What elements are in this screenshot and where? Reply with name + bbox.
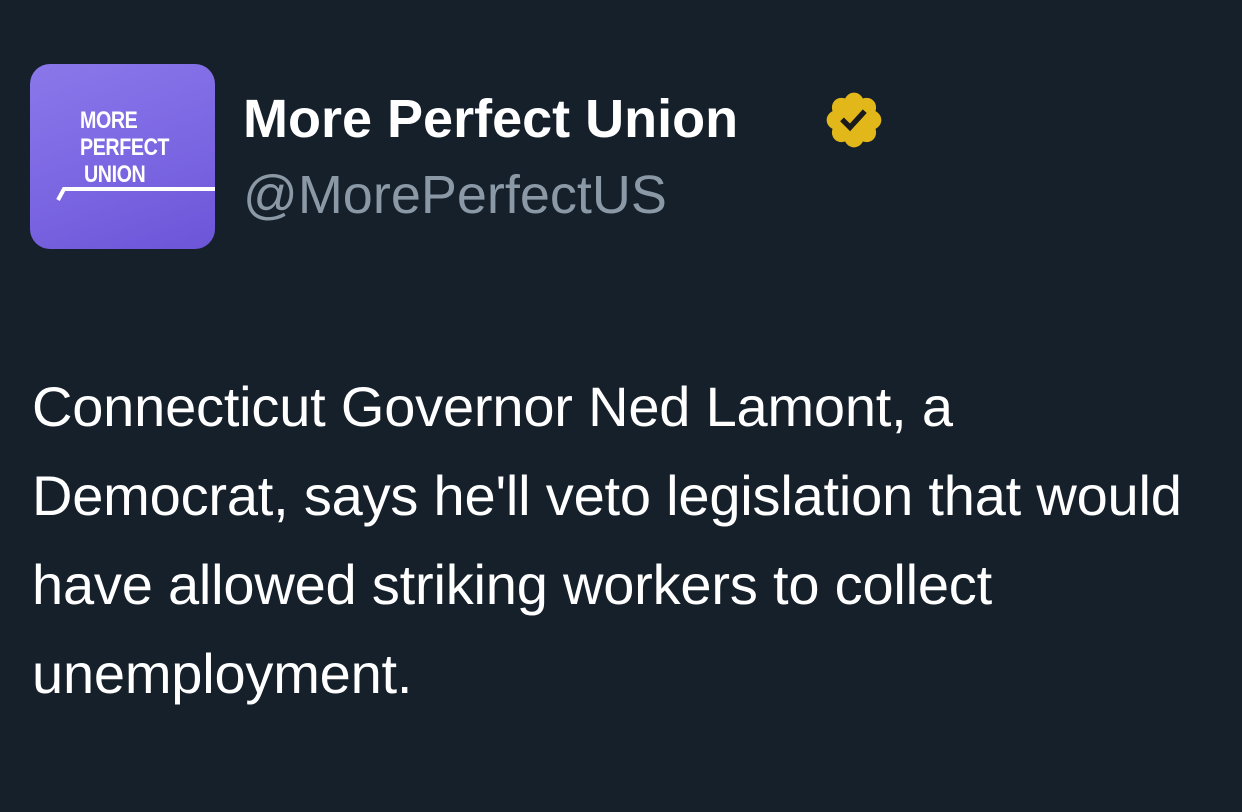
- tweet-card: MORE PERFECT UNION More Perfect Union @M…: [0, 0, 1242, 812]
- user-handle[interactable]: @MorePerfectUS: [243, 164, 667, 226]
- tweet-text: Connecticut Governor Ned Lamont, a Democ…: [32, 375, 1182, 705]
- verified-badge-icon: [826, 92, 882, 148]
- avatar-logo-underline-icon: [56, 187, 215, 201]
- avatar[interactable]: MORE PERFECT UNION: [30, 64, 215, 249]
- display-name[interactable]: More Perfect Union: [243, 88, 738, 150]
